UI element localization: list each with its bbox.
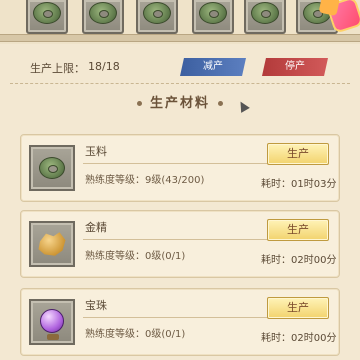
stop-production-button[interactable]: 停产 — [262, 58, 328, 76]
production-time: 耗时：02时00分 — [261, 333, 337, 344]
material-name: 宝珠 — [85, 299, 107, 312]
shelf-rail — [0, 34, 360, 42]
section-header: 生产材料 — [0, 92, 360, 116]
decrease-production-button[interactable]: 减产 — [180, 58, 246, 76]
material-name: 玉料 — [85, 145, 107, 158]
material-icon-frame — [29, 145, 75, 191]
divider-dot-left — [136, 101, 142, 106]
purple-pearl-icon — [40, 309, 64, 340]
proficiency-level: 熟练度等级：0级(0/1) — [85, 251, 186, 262]
material-card-jade: 玉料 熟练度等级：9级(43/200) 生产 耗时：01时03分 — [20, 134, 340, 202]
proficiency-level: 熟练度等级：9级(43/200) — [85, 175, 205, 186]
jade-disc-icon — [199, 2, 227, 24]
production-slot-4[interactable] — [192, 0, 234, 34]
production-slot-3[interactable] — [136, 0, 178, 34]
production-time: 耗时：02时00分 — [261, 255, 337, 266]
production-slot-strip — [0, 0, 360, 44]
gold-ore-icon — [38, 232, 66, 256]
jade-disc-icon — [89, 2, 117, 24]
produce-button[interactable]: 生产 — [267, 297, 329, 319]
jade-disc-icon — [251, 2, 279, 24]
section-title: 生产材料 — [149, 96, 210, 111]
material-icon-frame — [29, 221, 75, 267]
production-slot-2[interactable] — [82, 0, 124, 34]
produce-button[interactable]: 生产 — [267, 219, 329, 241]
jade-disc-icon — [33, 2, 61, 24]
name-divider — [83, 163, 273, 164]
capacity-value: 18/18 — [88, 60, 120, 73]
name-divider — [83, 317, 273, 318]
jade-disc-icon — [39, 157, 65, 179]
capacity-row: 生产上限： 18/18 减产 停产 — [10, 52, 350, 84]
production-slot-1[interactable] — [26, 0, 68, 34]
jade-disc-icon — [143, 2, 171, 24]
capacity-label: 生产上限： — [30, 62, 85, 75]
name-divider — [83, 239, 273, 240]
production-time: 耗时：01时03分 — [261, 179, 337, 190]
material-card-pearl: 宝珠 熟练度等级：0级(0/1) 生产 耗时：02时00分 — [20, 288, 340, 356]
material-name: 金精 — [85, 221, 107, 234]
material-icon-frame — [29, 299, 75, 345]
divider-dot-right — [218, 101, 223, 106]
material-card-gold: 金精 熟练度等级：0级(0/1) 生产 耗时：02时00分 — [20, 210, 340, 278]
proficiency-level: 熟练度等级：0级(0/1) — [85, 329, 186, 340]
production-slot-5[interactable] — [244, 0, 286, 34]
produce-button[interactable]: 生产 — [267, 143, 329, 165]
